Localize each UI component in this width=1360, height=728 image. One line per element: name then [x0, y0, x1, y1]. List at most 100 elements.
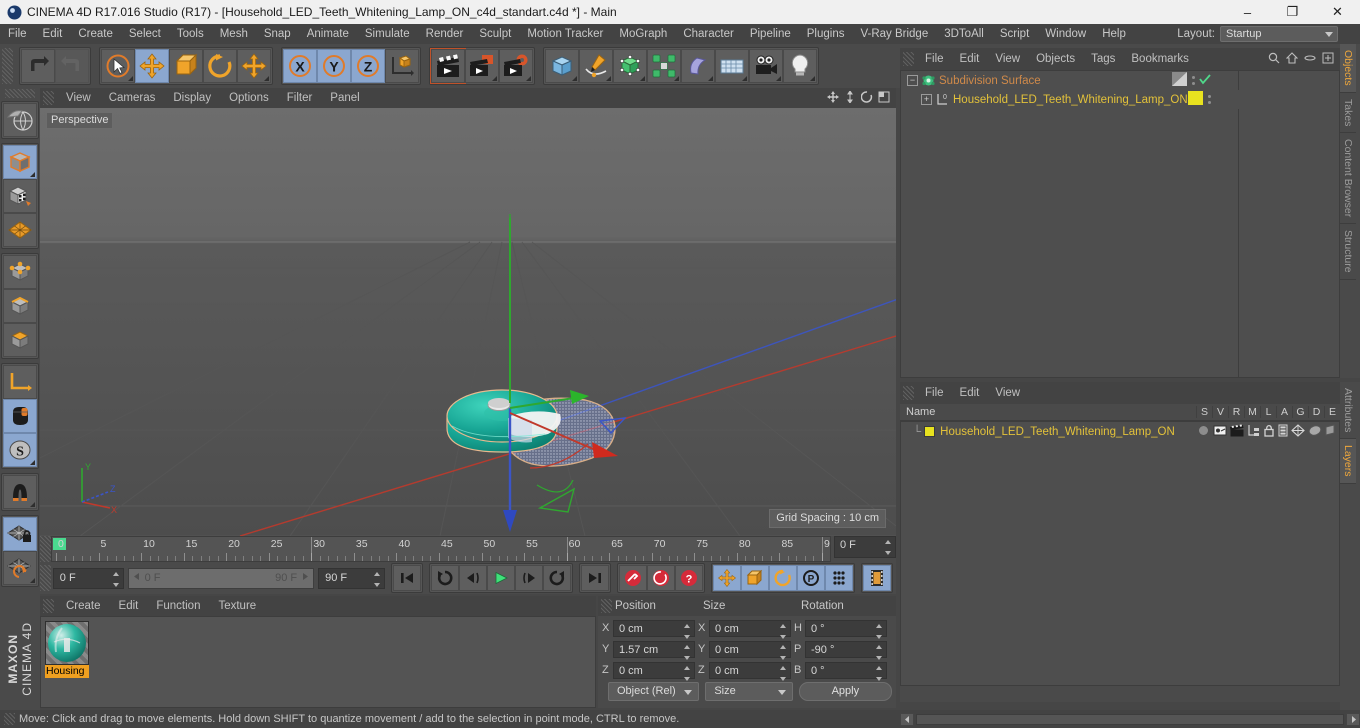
size-mode-select[interactable]: Size: [705, 682, 793, 701]
move-axis-tool[interactable]: [237, 49, 271, 83]
render-view-button[interactable]: [430, 48, 466, 84]
menu-create[interactable]: Create: [70, 24, 121, 44]
column-header-m[interactable]: M: [1244, 406, 1260, 418]
column-header-r[interactable]: R: [1228, 406, 1244, 418]
viewport-menu-display[interactable]: Display: [164, 88, 220, 108]
menu-simulate[interactable]: Simulate: [357, 24, 418, 44]
tab-content-browser[interactable]: Content Browser: [1340, 133, 1356, 225]
record-parameter-button[interactable]: P: [797, 565, 825, 591]
texture-mode-button[interactable]: [3, 179, 37, 213]
object-name-household-lamp[interactable]: Household_LED_Teeth_Whitening_Lamp_ON: [953, 94, 1188, 106]
size-y-field[interactable]: 0 cm: [709, 640, 791, 660]
column-header-v[interactable]: V: [1212, 406, 1228, 418]
column-header-a[interactable]: A: [1276, 406, 1292, 418]
object-menu-view[interactable]: View: [987, 48, 1028, 70]
menu-pipeline[interactable]: Pipeline: [742, 24, 799, 44]
go-to-end-button[interactable]: [581, 565, 609, 591]
object-menu-bookmarks[interactable]: Bookmarks: [1123, 48, 1197, 70]
material-item[interactable]: Housing: [45, 621, 89, 678]
record-rotation-button[interactable]: [769, 565, 797, 591]
max-frame-field[interactable]: 90 F: [318, 567, 385, 589]
size-x-field[interactable]: 0 cm: [709, 619, 791, 639]
expressions-icon[interactable]: [1325, 423, 1335, 440]
ellipse-icon[interactable]: [1304, 52, 1316, 67]
toolbar-grip[interactable]: [2, 48, 13, 84]
menu-mograph[interactable]: MoGraph: [611, 24, 675, 44]
layout-select[interactable]: Startup: [1220, 26, 1338, 42]
visibility-icon[interactable]: [1213, 424, 1227, 440]
menu-motion-tracker[interactable]: Motion Tracker: [519, 24, 611, 44]
horizontal-scrollbar[interactable]: [900, 710, 1360, 728]
menu-vray-bridge[interactable]: V-Ray Bridge: [852, 24, 936, 44]
check-icon[interactable]: [1199, 73, 1211, 88]
viewport-grip[interactable]: [43, 91, 54, 105]
column-header-g[interactable]: G: [1292, 406, 1308, 418]
scale-view-icon[interactable]: [844, 89, 856, 106]
add-deformer-button[interactable]: [681, 49, 715, 83]
range-left-arrow-icon[interactable]: [132, 572, 141, 584]
spinner-icon[interactable]: [374, 571, 381, 587]
menu-select[interactable]: Select: [121, 24, 169, 44]
redo-button[interactable]: [55, 49, 89, 83]
go-to-start-button[interactable]: [393, 565, 421, 591]
frame-range-slider[interactable]: 0 F 90 F: [127, 567, 315, 589]
object-axis-mode-button[interactable]: [3, 365, 37, 399]
material-name[interactable]: Housing: [45, 665, 89, 678]
viewport-3d[interactable]: Perspective Grid Spacing : 10 cm Y X Z: [40, 108, 896, 536]
play-button[interactable]: [487, 565, 515, 591]
solo-dot-icon[interactable]: [1197, 424, 1210, 440]
undo-view-button[interactable]: [3, 103, 37, 137]
spinner-icon[interactable]: [876, 623, 883, 639]
viewport-menu-view[interactable]: View: [57, 88, 100, 108]
snap-magnet-button[interactable]: [3, 475, 37, 509]
spinner-icon[interactable]: [876, 665, 883, 681]
layer-menu-edit[interactable]: Edit: [952, 382, 988, 404]
workplane-mode-button[interactable]: [3, 213, 37, 247]
material-menu-function[interactable]: Function: [147, 596, 209, 616]
scroll-right-icon[interactable]: [1346, 712, 1360, 726]
viewport-menu-panel[interactable]: Panel: [321, 88, 368, 108]
menu-snap[interactable]: Snap: [256, 24, 299, 44]
go-to-next-frame-button[interactable]: [515, 565, 543, 591]
world-object-coordinates-button[interactable]: [385, 49, 419, 83]
object-row-subdivision-surface[interactable]: − Subdivision Surface: [901, 71, 1339, 90]
lock-workplane-button[interactable]: [3, 517, 37, 551]
soft-selection-button[interactable]: S: [3, 433, 37, 467]
spinner-icon[interactable]: [780, 623, 787, 639]
menu-3dtoall[interactable]: 3DToAll: [936, 24, 992, 44]
scale-tool[interactable]: [169, 49, 203, 83]
scrollbar-track[interactable]: [916, 713, 1344, 725]
add-spline-button[interactable]: [579, 49, 613, 83]
spinner-icon[interactable]: [684, 665, 691, 681]
autokeying-button[interactable]: [647, 565, 675, 591]
size-z-field[interactable]: 0 cm: [709, 661, 791, 681]
rotation-b-field[interactable]: 0 °: [805, 661, 887, 681]
enable-axis-button[interactable]: [3, 399, 37, 433]
coordinates-grip[interactable]: [601, 599, 612, 613]
menu-plugins[interactable]: Plugins: [799, 24, 853, 44]
menu-tools[interactable]: Tools: [169, 24, 212, 44]
menu-file[interactable]: File: [0, 24, 35, 44]
manager-icon[interactable]: [1247, 424, 1260, 440]
expand-toggle-icon[interactable]: −: [907, 75, 918, 86]
animation-icon[interactable]: [1278, 424, 1288, 440]
column-header-e[interactable]: E: [1324, 406, 1340, 418]
add-array-button[interactable]: [647, 49, 681, 83]
tab-takes[interactable]: Takes: [1340, 92, 1356, 134]
menu-script[interactable]: Script: [992, 24, 1037, 44]
position-x-field[interactable]: 0 cm: [613, 619, 695, 639]
play-forwards-loop-button[interactable]: [543, 565, 571, 591]
spinner-icon[interactable]: [684, 623, 691, 639]
layer-name[interactable]: Household_LED_Teeth_Whitening_Lamp_ON: [940, 426, 1175, 438]
status-bar-grip[interactable]: [4, 713, 15, 725]
record-pla-button[interactable]: [825, 565, 853, 591]
object-name-subdivision-surface[interactable]: Subdivision Surface: [939, 75, 1041, 87]
edges-mode-button[interactable]: [3, 289, 37, 323]
add-cube-button[interactable]: [545, 49, 579, 83]
add-environment-button[interactable]: [715, 49, 749, 83]
polygons-mode-button[interactable]: [3, 323, 37, 357]
spinner-icon[interactable]: [885, 540, 892, 555]
column-header-d[interactable]: D: [1308, 406, 1324, 418]
scroll-left-icon[interactable]: [900, 712, 914, 726]
object-manager-grip[interactable]: [903, 52, 914, 66]
